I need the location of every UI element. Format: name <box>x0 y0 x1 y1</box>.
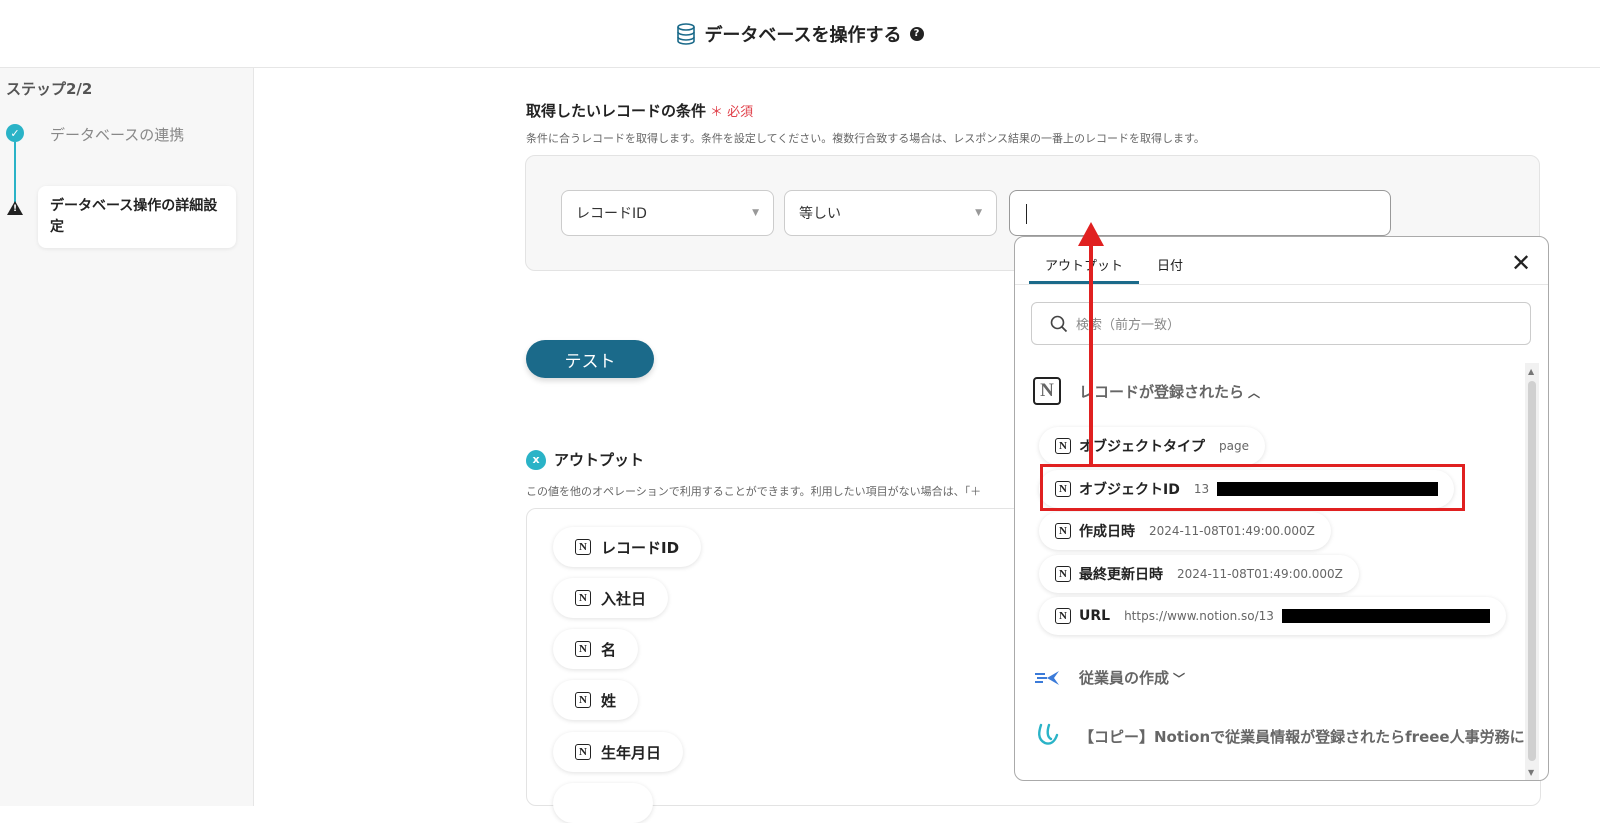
group-create-employee[interactable]: 従業員の作成 ﹀ <box>1033 667 1185 688</box>
annotation-arrow <box>1089 244 1093 466</box>
warning-icon: ! <box>7 201 23 215</box>
chevron-down-icon: ▼ <box>975 208 982 218</box>
redacted-value <box>1281 609 1490 623</box>
notion-icon: N <box>1033 377 1061 405</box>
step-connector <box>14 142 16 208</box>
output-item[interactable]: N オブジェクトタイプ page <box>1039 427 1265 465</box>
notion-icon: N <box>575 539 591 555</box>
tab-output[interactable]: アウトプット <box>1045 255 1123 274</box>
close-icon[interactable]: ✕ <box>1511 251 1531 275</box>
step-counter: ステップ2/2 <box>6 80 93 98</box>
output-icon: x <box>526 449 546 470</box>
header: データベースを操作する ? <box>0 0 1600 68</box>
notion-icon: N <box>1055 566 1071 582</box>
notion-icon: N <box>575 641 591 657</box>
notion-icon: N <box>1055 523 1071 539</box>
output-chip[interactable]: N 生年月日 <box>553 732 684 772</box>
operator-select[interactable]: 等しい ▼ <box>784 190 997 236</box>
output-chip[interactable]: N名 <box>553 629 639 669</box>
chevron-down-icon: ▼ <box>752 208 759 218</box>
group-record-registered[interactable]: N レコードが登録されたら ︿ <box>1033 377 1260 405</box>
database-icon <box>677 22 696 45</box>
popup-scrollbar[interactable]: ▲ ▼ <box>1525 363 1539 780</box>
notion-icon: N <box>1055 438 1071 454</box>
notion-icon: N <box>575 692 591 708</box>
required-badge: ＊ 必須 <box>710 105 754 120</box>
check-icon: ✓ <box>6 124 24 142</box>
output-item[interactable]: N URL https://www.notion.so/13 <box>1039 597 1506 635</box>
scrollbar-thumb[interactable] <box>1528 381 1536 761</box>
help-icon[interactable]: ? <box>909 26 924 41</box>
condition-value-input[interactable] <box>1009 190 1391 236</box>
notion-icon: N <box>575 744 591 760</box>
output-chip[interactable] <box>553 783 653 823</box>
output-item[interactable]: N 作成日時 2024-11-08T01:49:00.000Z <box>1039 512 1331 550</box>
yoom-icon <box>1038 723 1059 745</box>
output-chip[interactable]: N レコードID <box>553 527 702 567</box>
group-copy-flow[interactable]: 【コピー】Notionで従業員情報が登録されたらfreee人事労務にも <box>1033 721 1540 751</box>
output-chip[interactable]: N 入社日 <box>553 578 669 618</box>
condition-section-title: 取得したいレコードの条件＊ 必須 <box>526 102 754 120</box>
text-cursor <box>1026 204 1027 224</box>
sidebar: ステップ2/2 ✓ データベースの連携 ! データベース操作の詳細設定 <box>0 68 254 806</box>
annotation-arrow-head <box>1078 222 1104 246</box>
output-description: この値を他のオペレーションで利用することができます。利用したい項目がない場合は、… <box>526 485 982 498</box>
output-item[interactable]: N 最終更新日時 2024-11-08T01:49:00.000Z <box>1039 555 1359 593</box>
field-select[interactable]: レコードID ▼ <box>561 190 774 236</box>
scroll-up-icon[interactable]: ▲ <box>1528 367 1534 376</box>
scroll-down-icon[interactable]: ▼ <box>1528 768 1534 777</box>
notion-icon: N <box>1055 608 1071 624</box>
output-section-title: x アウトプット <box>526 449 644 470</box>
notion-icon: N <box>575 590 591 606</box>
active-tab-indicator <box>1029 281 1139 284</box>
annotation-highlight-box <box>1040 464 1465 511</box>
freee-icon <box>1035 670 1059 685</box>
chevron-down-icon: ﹀ <box>1173 672 1186 686</box>
condition-description: 条件に合うレコードを取得します。条件を設定してください。複数行合致する場合は、レ… <box>526 132 1205 145</box>
test-button[interactable]: テスト <box>526 340 654 378</box>
sidebar-step-database-link[interactable]: データベースの連携 <box>50 124 184 145</box>
tab-date[interactable]: 日付 <box>1157 255 1183 274</box>
output-chip[interactable]: N姓 <box>553 680 639 720</box>
page-title: データベースを操作する <box>704 24 902 46</box>
sidebar-step-operation-detail[interactable]: データベース操作の詳細設定 <box>38 186 236 248</box>
search-input[interactable]: 検索（前方一致） <box>1031 302 1531 345</box>
chevron-up-icon: ︿ <box>1248 385 1261 400</box>
search-icon <box>1050 315 1068 332</box>
